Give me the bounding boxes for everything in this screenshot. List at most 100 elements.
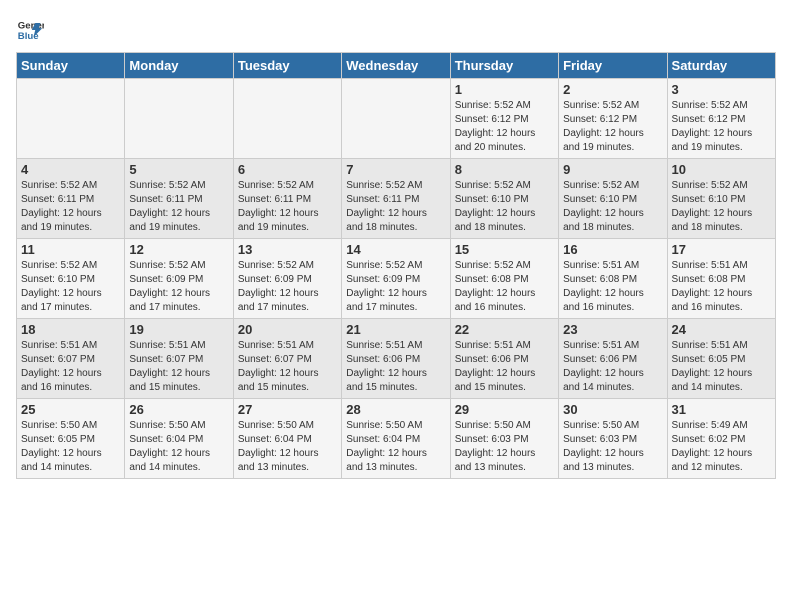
calendar-cell: 19 Sunrise: 5:51 AM Sunset: 6:07 PM Dayli… xyxy=(125,319,233,399)
calendar-cell: 24 Sunrise: 5:51 AM Sunset: 6:05 PM Dayli… xyxy=(667,319,775,399)
day-info: Sunrise: 5:52 AM Sunset: 6:12 PM Dayligh… xyxy=(672,99,771,155)
weekday-header-thursday: Thursday xyxy=(450,53,558,79)
day-info: Sunrise: 5:50 AM Sunset: 6:04 PM Dayligh… xyxy=(129,419,228,475)
day-info: Sunrise: 5:52 AM Sunset: 6:11 PM Dayligh… xyxy=(346,179,445,235)
calendar-cell: 21 Sunrise: 5:51 AM Sunset: 6:06 PM Dayli… xyxy=(342,319,450,399)
day-number: 6 xyxy=(238,162,337,177)
day-info: Sunrise: 5:51 AM Sunset: 6:06 PM Dayligh… xyxy=(455,339,554,395)
calendar-week-1: 1 Sunrise: 5:52 AM Sunset: 6:12 PM Daylig… xyxy=(17,79,776,159)
day-number: 29 xyxy=(455,402,554,417)
day-number: 4 xyxy=(21,162,120,177)
day-info: Sunrise: 5:52 AM Sunset: 6:11 PM Dayligh… xyxy=(129,179,228,235)
day-number: 21 xyxy=(346,322,445,337)
day-info: Sunrise: 5:51 AM Sunset: 6:08 PM Dayligh… xyxy=(672,259,771,315)
day-number: 16 xyxy=(563,242,662,257)
calendar-cell: 11 Sunrise: 5:52 AM Sunset: 6:10 PM Dayli… xyxy=(17,239,125,319)
calendar-cell: 16 Sunrise: 5:51 AM Sunset: 6:08 PM Dayli… xyxy=(559,239,667,319)
day-number: 26 xyxy=(129,402,228,417)
calendar-week-4: 18 Sunrise: 5:51 AM Sunset: 6:07 PM Dayli… xyxy=(17,319,776,399)
calendar-cell: 14 Sunrise: 5:52 AM Sunset: 6:09 PM Dayli… xyxy=(342,239,450,319)
day-info: Sunrise: 5:50 AM Sunset: 6:03 PM Dayligh… xyxy=(455,419,554,475)
day-number: 1 xyxy=(455,82,554,97)
calendar-cell xyxy=(342,79,450,159)
day-number: 9 xyxy=(563,162,662,177)
day-number: 3 xyxy=(672,82,771,97)
day-number: 15 xyxy=(455,242,554,257)
calendar-cell: 18 Sunrise: 5:51 AM Sunset: 6:07 PM Dayli… xyxy=(17,319,125,399)
calendar-cell: 6 Sunrise: 5:52 AM Sunset: 6:11 PM Daylig… xyxy=(233,159,341,239)
day-number: 18 xyxy=(21,322,120,337)
calendar-week-2: 4 Sunrise: 5:52 AM Sunset: 6:11 PM Daylig… xyxy=(17,159,776,239)
calendar-cell: 23 Sunrise: 5:51 AM Sunset: 6:06 PM Dayli… xyxy=(559,319,667,399)
day-number: 5 xyxy=(129,162,228,177)
calendar-body: 1 Sunrise: 5:52 AM Sunset: 6:12 PM Daylig… xyxy=(17,79,776,479)
day-number: 22 xyxy=(455,322,554,337)
day-info: Sunrise: 5:52 AM Sunset: 6:10 PM Dayligh… xyxy=(672,179,771,235)
day-number: 17 xyxy=(672,242,771,257)
calendar-cell: 29 Sunrise: 5:50 AM Sunset: 6:03 PM Dayli… xyxy=(450,399,558,479)
day-info: Sunrise: 5:51 AM Sunset: 6:07 PM Dayligh… xyxy=(238,339,337,395)
logo-icon: General Blue xyxy=(16,16,44,44)
day-info: Sunrise: 5:51 AM Sunset: 6:07 PM Dayligh… xyxy=(21,339,120,395)
day-info: Sunrise: 5:52 AM Sunset: 6:10 PM Dayligh… xyxy=(21,259,120,315)
calendar-header: SundayMondayTuesdayWednesdayThursdayFrid… xyxy=(17,53,776,79)
calendar-cell xyxy=(125,79,233,159)
day-info: Sunrise: 5:52 AM Sunset: 6:11 PM Dayligh… xyxy=(238,179,337,235)
day-number: 30 xyxy=(563,402,662,417)
day-info: Sunrise: 5:52 AM Sunset: 6:12 PM Dayligh… xyxy=(455,99,554,155)
day-info: Sunrise: 5:52 AM Sunset: 6:12 PM Dayligh… xyxy=(563,99,662,155)
calendar-cell: 22 Sunrise: 5:51 AM Sunset: 6:06 PM Dayli… xyxy=(450,319,558,399)
day-number: 19 xyxy=(129,322,228,337)
calendar-week-5: 25Sunrise: 5:50 AM Sunset: 6:05 PM Dayli… xyxy=(17,399,776,479)
day-info: Sunrise: 5:50 AM Sunset: 6:04 PM Dayligh… xyxy=(346,419,445,475)
calendar-cell: 7 Sunrise: 5:52 AM Sunset: 6:11 PM Daylig… xyxy=(342,159,450,239)
calendar-cell: 20Sunrise: 5:51 AM Sunset: 6:07 PM Dayli… xyxy=(233,319,341,399)
day-number: 12 xyxy=(129,242,228,257)
calendar-cell: 8Sunrise: 5:52 AM Sunset: 6:10 PM Daylig… xyxy=(450,159,558,239)
day-number: 14 xyxy=(346,242,445,257)
calendar-cell: 26 Sunrise: 5:50 AM Sunset: 6:04 PM Dayli… xyxy=(125,399,233,479)
calendar-cell: 15 Sunrise: 5:52 AM Sunset: 6:08 PM Dayli… xyxy=(450,239,558,319)
day-info: Sunrise: 5:50 AM Sunset: 6:05 PM Dayligh… xyxy=(21,419,120,475)
weekday-header-saturday: Saturday xyxy=(667,53,775,79)
calendar-cell: 5 Sunrise: 5:52 AM Sunset: 6:11 PM Daylig… xyxy=(125,159,233,239)
day-number: 28 xyxy=(346,402,445,417)
weekday-header-friday: Friday xyxy=(559,53,667,79)
day-info: Sunrise: 5:51 AM Sunset: 6:06 PM Dayligh… xyxy=(346,339,445,395)
weekday-header-row: SundayMondayTuesdayWednesdayThursdayFrid… xyxy=(17,53,776,79)
day-info: Sunrise: 5:51 AM Sunset: 6:07 PM Dayligh… xyxy=(129,339,228,395)
calendar-cell: 4Sunrise: 5:52 AM Sunset: 6:11 PM Daylig… xyxy=(17,159,125,239)
day-info: Sunrise: 5:50 AM Sunset: 6:03 PM Dayligh… xyxy=(563,419,662,475)
weekday-header-monday: Monday xyxy=(125,53,233,79)
calendar-table: SundayMondayTuesdayWednesdayThursdayFrid… xyxy=(16,52,776,479)
day-info: Sunrise: 5:52 AM Sunset: 6:09 PM Dayligh… xyxy=(129,259,228,315)
calendar-cell: 25Sunrise: 5:50 AM Sunset: 6:05 PM Dayli… xyxy=(17,399,125,479)
day-info: Sunrise: 5:51 AM Sunset: 6:05 PM Dayligh… xyxy=(672,339,771,395)
calendar-cell: 27Sunrise: 5:50 AM Sunset: 6:04 PM Dayli… xyxy=(233,399,341,479)
day-number: 24 xyxy=(672,322,771,337)
day-info: Sunrise: 5:50 AM Sunset: 6:04 PM Dayligh… xyxy=(238,419,337,475)
calendar-week-3: 11 Sunrise: 5:52 AM Sunset: 6:10 PM Dayli… xyxy=(17,239,776,319)
day-number: 7 xyxy=(346,162,445,177)
day-number: 8 xyxy=(455,162,554,177)
calendar-cell: 1 Sunrise: 5:52 AM Sunset: 6:12 PM Daylig… xyxy=(450,79,558,159)
logo: General Blue xyxy=(16,16,44,44)
day-number: 11 xyxy=(21,242,120,257)
calendar-cell: 2 Sunrise: 5:52 AM Sunset: 6:12 PM Daylig… xyxy=(559,79,667,159)
day-number: 23 xyxy=(563,322,662,337)
calendar-cell: 9Sunrise: 5:52 AM Sunset: 6:10 PM Daylig… xyxy=(559,159,667,239)
day-info: Sunrise: 5:52 AM Sunset: 6:09 PM Dayligh… xyxy=(346,259,445,315)
day-info: Sunrise: 5:51 AM Sunset: 6:06 PM Dayligh… xyxy=(563,339,662,395)
weekday-header-tuesday: Tuesday xyxy=(233,53,341,79)
day-info: Sunrise: 5:49 AM Sunset: 6:02 PM Dayligh… xyxy=(672,419,771,475)
weekday-header-wednesday: Wednesday xyxy=(342,53,450,79)
day-number: 2 xyxy=(563,82,662,97)
calendar-cell: 10Sunrise: 5:52 AM Sunset: 6:10 PM Dayli… xyxy=(667,159,775,239)
calendar-cell: 13Sunrise: 5:52 AM Sunset: 6:09 PM Dayli… xyxy=(233,239,341,319)
calendar-cell xyxy=(17,79,125,159)
day-number: 31 xyxy=(672,402,771,417)
day-info: Sunrise: 5:51 AM Sunset: 6:08 PM Dayligh… xyxy=(563,259,662,315)
calendar-cell xyxy=(233,79,341,159)
day-info: Sunrise: 5:52 AM Sunset: 6:08 PM Dayligh… xyxy=(455,259,554,315)
calendar-cell: 28 Sunrise: 5:50 AM Sunset: 6:04 PM Dayli… xyxy=(342,399,450,479)
